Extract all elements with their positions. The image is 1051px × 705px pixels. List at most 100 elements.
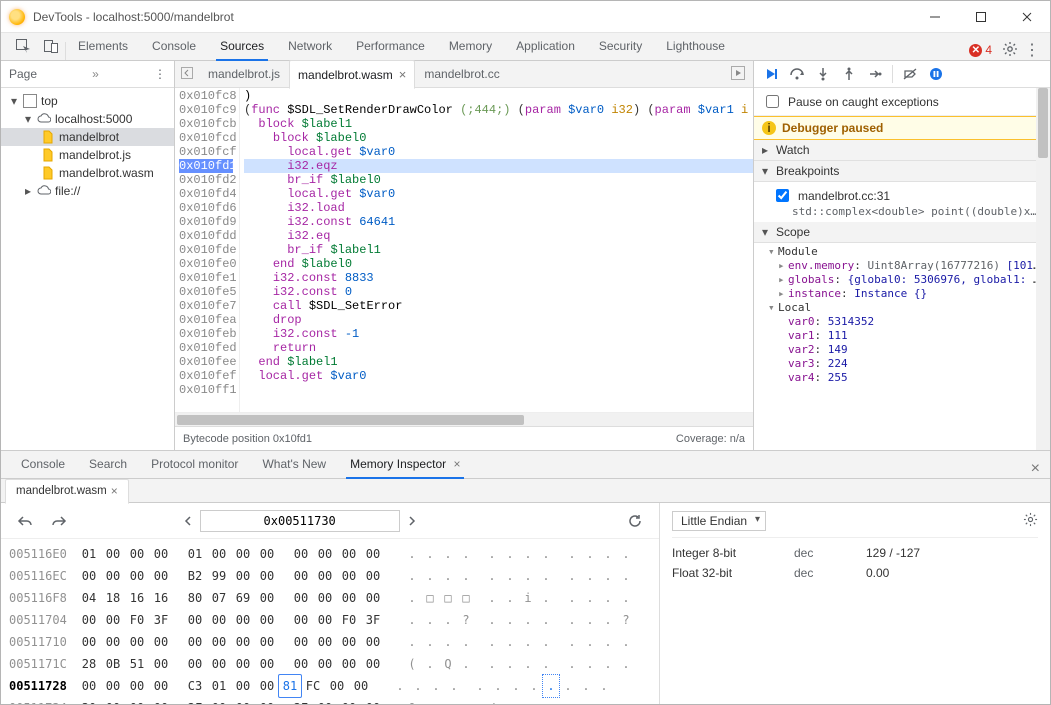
scope-globals[interactable]: ▸globals: {global0: 5306976, global1: 65…	[764, 273, 1050, 287]
scope-variable[interactable]: var4: 255	[764, 371, 1050, 385]
code-view[interactable]: 0x010fc80x010fc90x010fcb0x010fcd0x010fcf…	[175, 88, 753, 412]
close-tab-icon[interactable]: ×	[453, 457, 460, 471]
error-count-badge[interactable]: ✕ 4	[965, 43, 996, 57]
window-maximize-button[interactable]	[958, 1, 1004, 33]
cloud-icon	[37, 112, 51, 126]
device-toolbar-icon[interactable]	[37, 32, 65, 60]
hex-row[interactable]: 005116E0010000000100000000000000........…	[9, 543, 651, 565]
step-into-button[interactable]	[814, 65, 832, 83]
step-button[interactable]	[866, 65, 884, 83]
page-panel-more-icon[interactable]: ⋮	[154, 67, 166, 81]
tree-top-frame[interactable]: ▾ top	[1, 92, 174, 110]
hex-row[interactable]: 00511734300000002F0000002E0000000.../...…	[9, 697, 651, 704]
scope-variable[interactable]: var0: 5314352	[764, 315, 1050, 329]
drawer-tab[interactable]: Memory Inspector ×	[338, 451, 472, 478]
value-settings-icon[interactable]	[1023, 512, 1038, 530]
main-tab-console[interactable]: Console	[140, 33, 208, 60]
nav-back-icon[interactable]	[175, 67, 199, 82]
main-tab-sources[interactable]: Sources	[208, 33, 276, 60]
value-type-label: Integer 8-bit	[672, 546, 782, 560]
sources-panel: Page » ⋮ ▾ top ▾ localhost:5000 mandelbr…	[1, 61, 1050, 451]
tree-file-scheme[interactable]: ▸ file://	[1, 182, 174, 200]
undo-button[interactable]	[13, 509, 37, 533]
scope-variable[interactable]: var2: 149	[764, 343, 1050, 357]
hex-row[interactable]: 0051172800000000C301000081FC0000........…	[9, 675, 651, 697]
address-input[interactable]	[200, 510, 400, 532]
error-icon: ✕	[969, 44, 982, 57]
pause-on-caught-checkbox[interactable]	[766, 95, 779, 108]
drawer-tab[interactable]: Search	[77, 451, 139, 478]
step-out-button[interactable]	[840, 65, 858, 83]
hex-row[interactable]: 0051171C280B51000000000000000000(.Q.....…	[9, 653, 651, 675]
settings-gear-icon[interactable]	[1002, 41, 1018, 60]
drawer-close-button[interactable]: ×	[1021, 460, 1050, 478]
pause-on-exceptions-button[interactable]	[927, 65, 945, 83]
tree-file-item[interactable]: mandelbrot.js	[1, 146, 174, 164]
drawer-tab[interactable]: What's New	[250, 451, 338, 478]
inspect-element-icon[interactable]	[9, 32, 37, 60]
drawer-tab[interactable]: Console	[9, 451, 77, 478]
value-result: 129 / -127	[866, 546, 1038, 560]
resume-button[interactable]	[762, 65, 780, 83]
error-count: 4	[985, 43, 992, 57]
memory-tab[interactable]: mandelbrot.wasm×	[5, 479, 129, 504]
drawer-tab[interactable]: Protocol monitor	[139, 451, 250, 478]
more-menu-icon[interactable]: ⋮	[1024, 40, 1040, 60]
main-tab-memory[interactable]: Memory	[437, 33, 504, 60]
file-tab[interactable]: mandelbrot.cc	[415, 60, 508, 88]
scope-instance[interactable]: ▸instance: Instance {}	[764, 287, 1050, 301]
hex-grid[interactable]: 005116E0010000000100000000000000........…	[1, 539, 659, 704]
value-table: Integer 8-bitdec129 / -127Float 32-bitde…	[672, 546, 1038, 580]
watch-section[interactable]: ▸Watch	[754, 140, 1050, 161]
next-page-button[interactable]	[400, 509, 424, 533]
endianness-select[interactable]: Little Endian	[672, 511, 766, 531]
breakpoint-checkbox[interactable]	[776, 189, 789, 202]
main-tab-performance[interactable]: Performance	[344, 33, 437, 60]
tree-file-item[interactable]: mandelbrot	[1, 128, 174, 146]
drawer-tabs: ConsoleSearchProtocol monitorWhat's NewM…	[1, 451, 1050, 479]
scope-variable[interactable]: var1: 111	[764, 329, 1050, 343]
window-close-button[interactable]	[1004, 1, 1050, 33]
window-minimize-button[interactable]	[912, 1, 958, 33]
main-tab-lighthouse[interactable]: Lighthouse	[654, 33, 737, 60]
hex-row[interactable]: 005116F8041816168007690000000000.□□□..i.…	[9, 587, 651, 609]
value-encoding: dec	[794, 546, 854, 560]
tree-file-item[interactable]: mandelbrot.wasm	[1, 164, 174, 182]
hex-row[interactable]: 00511710000000000000000000000000........…	[9, 631, 651, 653]
pause-on-caught-row[interactable]: Pause on caught exceptions	[754, 88, 1050, 116]
close-tab-icon[interactable]: ×	[111, 480, 118, 503]
file-tab[interactable]: mandelbrot.js	[199, 60, 289, 88]
step-over-button[interactable]	[788, 65, 806, 83]
editor-footer: Bytecode position 0x10fd1 Coverage: n/a	[175, 426, 753, 450]
frame-icon	[23, 94, 37, 108]
main-tab-elements[interactable]: Elements	[66, 33, 140, 60]
hex-row[interactable]: 005117040000F03F000000000000F03F...?....…	[9, 609, 651, 631]
breakpoints-section[interactable]: ▾Breakpoints	[754, 161, 1050, 182]
main-tab-application[interactable]: Application	[504, 33, 587, 60]
main-tab-security[interactable]: Security	[587, 33, 654, 60]
scope-env-memory[interactable]: ▸env.memory: Uint8Array(16777216) [101, …	[764, 259, 1050, 273]
main-tab-network[interactable]: Network	[276, 33, 344, 60]
value-pane: Little Endian Integer 8-bit dec 129 / -127…	[660, 503, 1050, 704]
file-icon	[41, 130, 55, 144]
tree-host[interactable]: ▾ localhost:5000	[1, 110, 174, 128]
redo-button[interactable]	[47, 509, 71, 533]
scope-variable[interactable]: var3: 224	[764, 357, 1050, 371]
memory-inspector-tabs: mandelbrot.wasm×	[1, 479, 1050, 503]
window-titlebar: DevTools - localhost:5000/mandelbrot	[1, 1, 1050, 33]
file-tab[interactable]: mandelbrot.wasm×	[289, 60, 415, 89]
run-snippet-icon[interactable]	[723, 66, 753, 83]
cloud-icon	[37, 184, 51, 198]
prev-page-button[interactable]	[176, 509, 200, 533]
hex-toolbar	[1, 503, 659, 539]
refresh-button[interactable]	[623, 509, 647, 533]
breakpoint-item[interactable]: mandelbrot.cc:31	[772, 186, 1042, 205]
sidebar-scrollbar[interactable]	[1036, 88, 1050, 450]
deactivate-breakpoints-button[interactable]	[901, 65, 919, 83]
bytecode-position: Bytecode position 0x10fd1	[183, 433, 312, 445]
hex-row[interactable]: 005116EC00000000B299000000000000........…	[9, 565, 651, 587]
horizontal-scrollbar[interactable]	[175, 412, 753, 426]
close-tab-icon[interactable]: ×	[399, 62, 407, 88]
scope-section[interactable]: ▾Scope	[754, 222, 1050, 243]
scope-content: ▾Module ▸env.memory: Uint8Array(16777216…	[754, 243, 1050, 389]
